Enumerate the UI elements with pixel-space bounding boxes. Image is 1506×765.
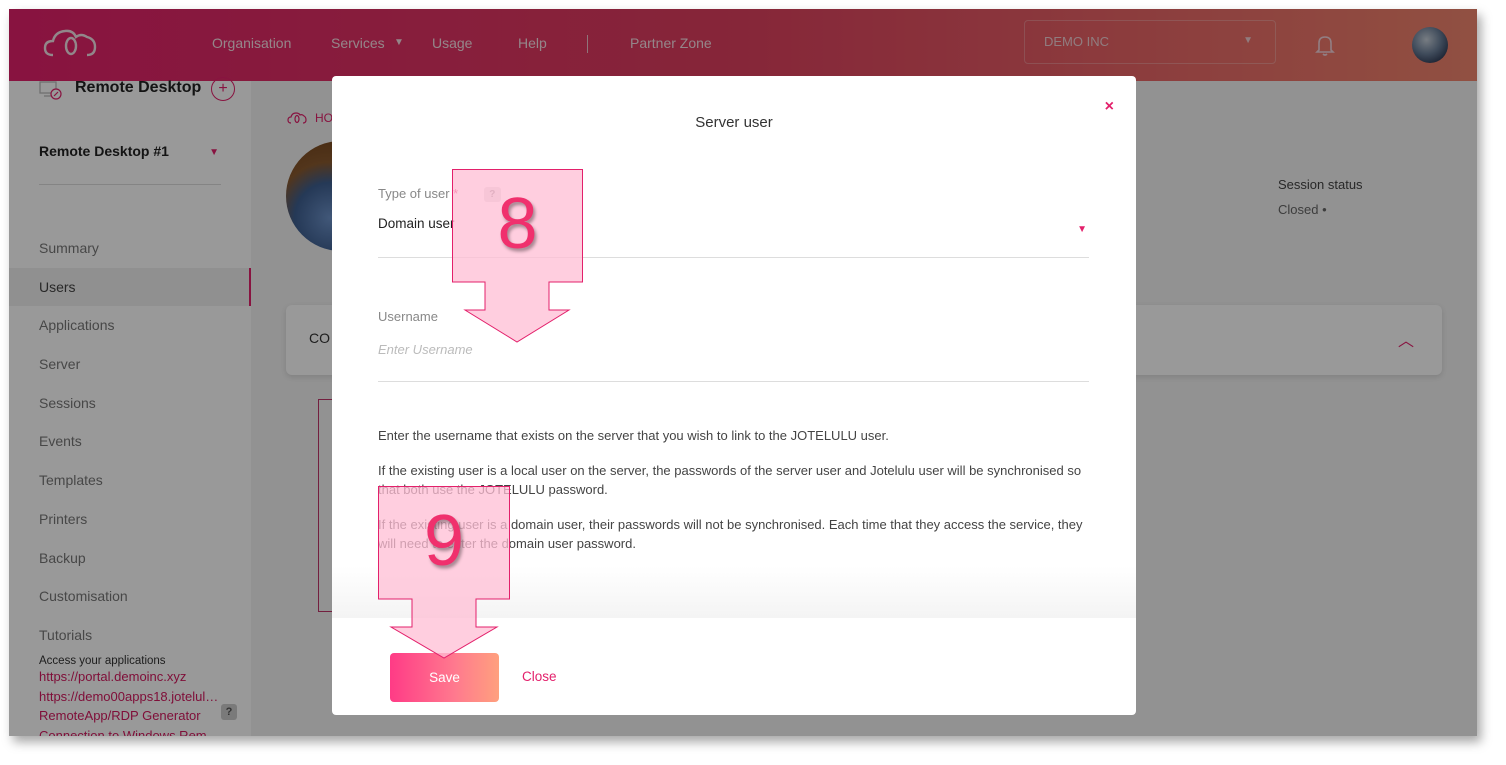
app-window: Organisation Services ▼ Usage Help Partn… [9, 9, 1477, 736]
step-9-number: 9 [423, 501, 465, 581]
description-paragraph: Enter the username that exists on the se… [378, 428, 889, 443]
username-input[interactable] [378, 342, 1089, 357]
chevron-down-icon[interactable]: ▼ [1077, 224, 1087, 235]
dialog-title: Server user [695, 114, 773, 131]
close-icon[interactable]: × [1105, 98, 1114, 116]
modal-backdrop-top [9, 9, 1477, 81]
type-of-user-label-text: Type of user [378, 186, 450, 201]
step-9-annotation: 9 [378, 486, 510, 659]
close-button[interactable]: Close [522, 669, 557, 684]
save-button[interactable]: Save [390, 653, 499, 702]
step-8-number: 8 [497, 184, 538, 264]
field-underline [378, 381, 1089, 382]
step-8-annotation: 8 [452, 169, 583, 344]
